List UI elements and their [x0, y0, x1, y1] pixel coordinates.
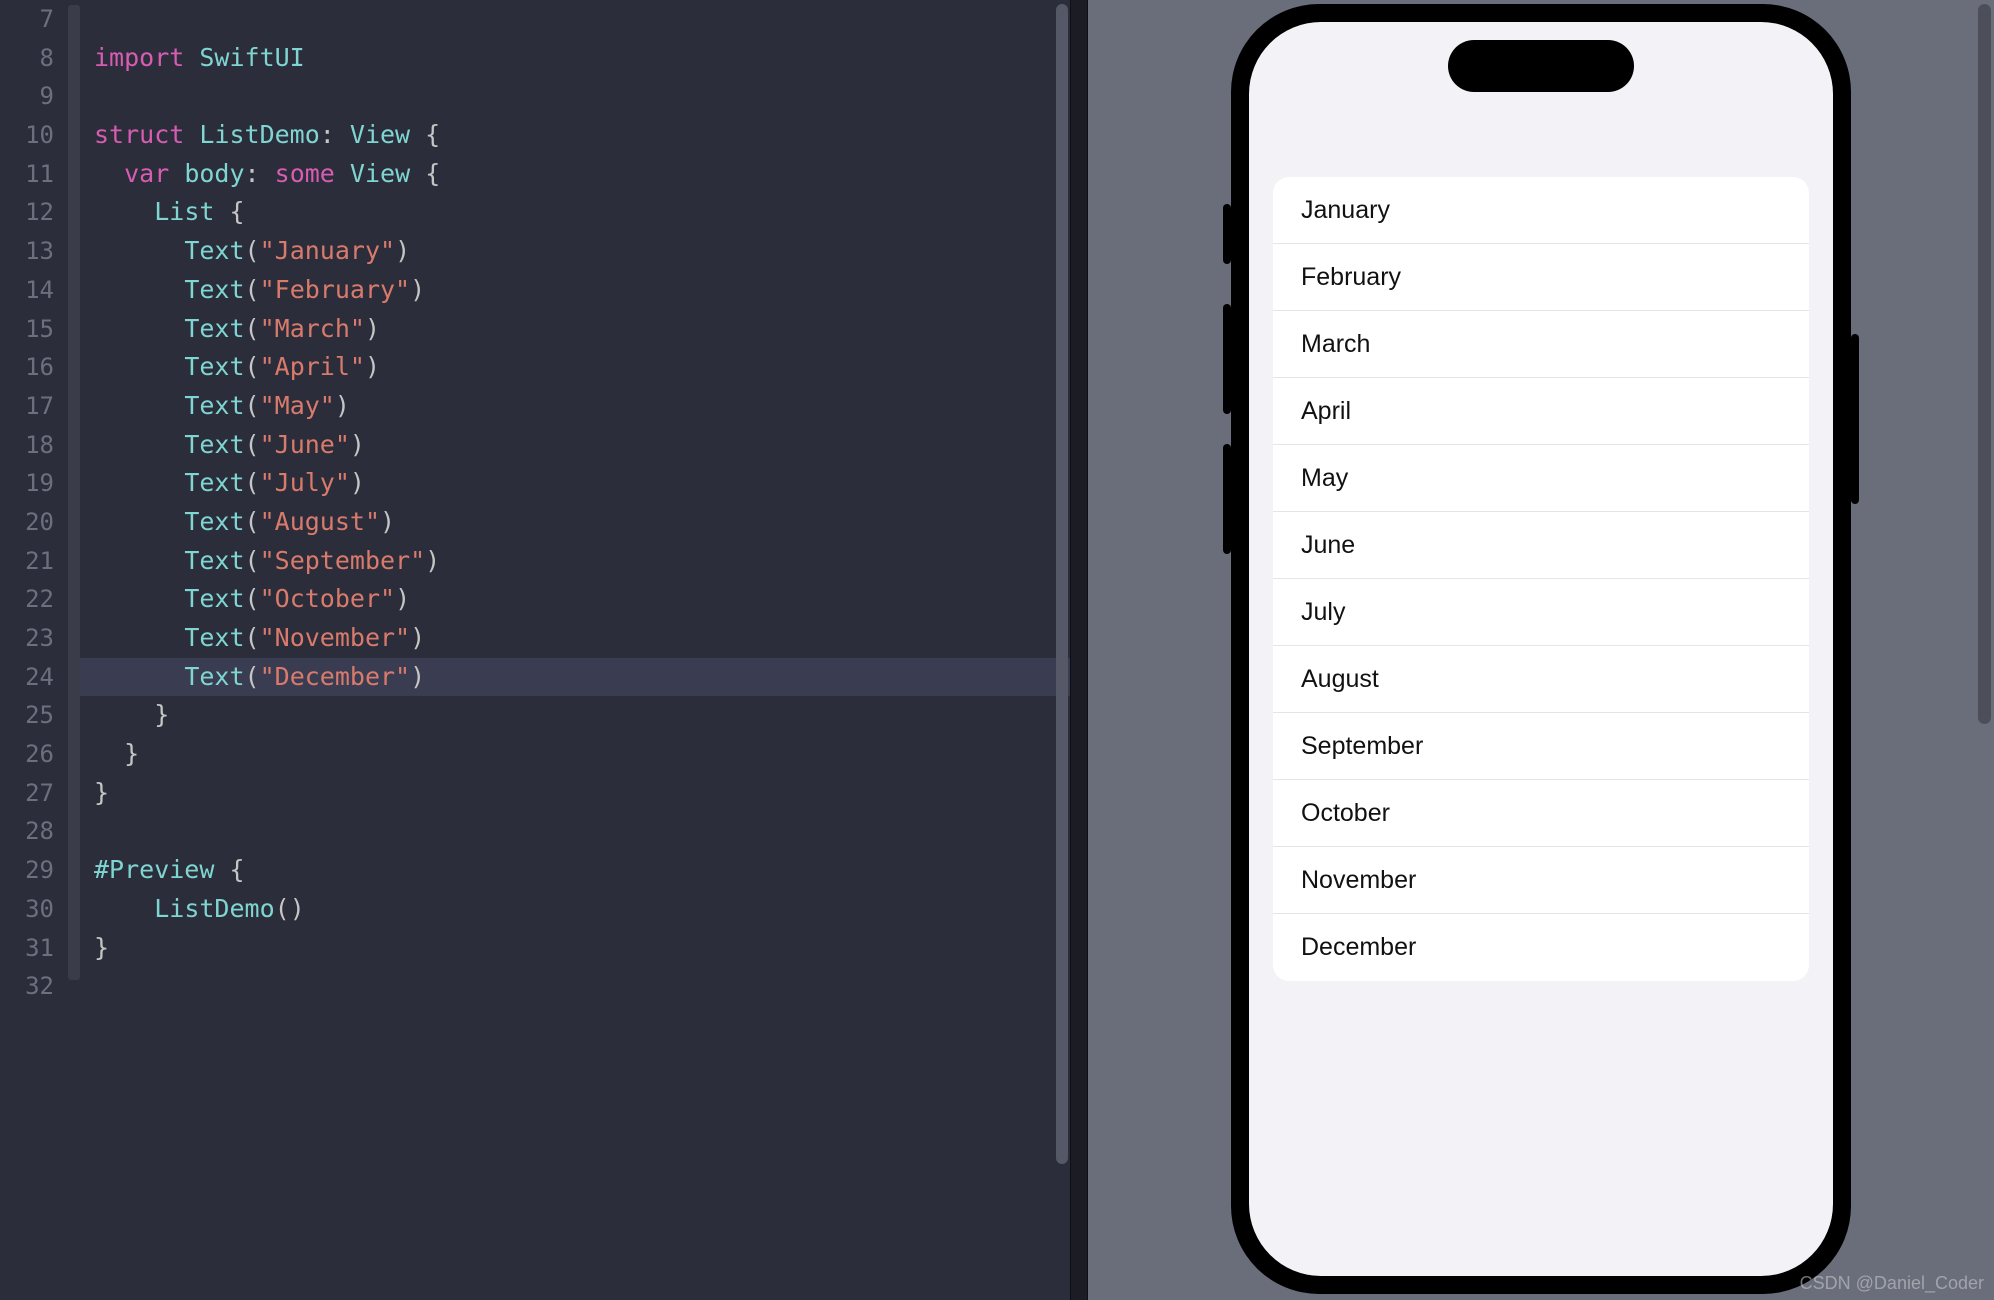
phone-power-button — [1851, 334, 1859, 504]
line-number: 12 — [0, 193, 68, 232]
line-number: 9 — [0, 77, 68, 116]
line-number: 23 — [0, 619, 68, 658]
list-item[interactable]: May — [1273, 445, 1809, 512]
code-line[interactable]: #Preview { — [94, 851, 1070, 890]
code-line[interactable]: Text("September") — [94, 542, 1070, 581]
code-line[interactable]: ListDemo() — [94, 890, 1070, 929]
line-number: 19 — [0, 464, 68, 503]
code-line[interactable]: var body: some View { — [94, 155, 1070, 194]
code-line[interactable]: Text("October") — [94, 580, 1070, 619]
code-line[interactable]: } — [94, 774, 1070, 813]
dynamic-island — [1448, 40, 1634, 92]
code-line[interactable] — [94, 77, 1070, 116]
line-number: 8 — [0, 39, 68, 78]
preview-canvas: JanuaryFebruaryMarchAprilMayJuneJulyAugu… — [1088, 0, 1994, 1300]
list-item[interactable]: June — [1273, 512, 1809, 579]
code-line[interactable]: Text("April") — [94, 348, 1070, 387]
line-number: 32 — [0, 967, 68, 1006]
line-number: 14 — [0, 271, 68, 310]
line-number: 13 — [0, 232, 68, 271]
phone-screen: JanuaryFebruaryMarchAprilMayJuneJulyAugu… — [1249, 22, 1833, 1276]
line-number: 28 — [0, 812, 68, 851]
fold-strip[interactable] — [68, 5, 80, 980]
code-area[interactable]: import SwiftUI struct ListDemo: View { va… — [80, 0, 1070, 1300]
line-number: 17 — [0, 387, 68, 426]
code-line[interactable]: } — [94, 696, 1070, 735]
line-number: 7 — [0, 0, 68, 39]
line-number: 22 — [0, 580, 68, 619]
preview-scrollbar[interactable] — [1978, 4, 1991, 724]
code-line[interactable]: Text("May") — [94, 387, 1070, 426]
list-item[interactable]: April — [1273, 378, 1809, 445]
code-line[interactable]: Text("July") — [94, 464, 1070, 503]
code-line[interactable]: Text("March") — [94, 310, 1070, 349]
code-line[interactable] — [94, 0, 1070, 39]
list-item[interactable]: February — [1273, 244, 1809, 311]
line-number: 27 — [0, 774, 68, 813]
code-line[interactable]: List { — [94, 193, 1070, 232]
code-line[interactable]: Text("December") — [80, 658, 1070, 697]
line-number: 31 — [0, 929, 68, 968]
phone-volume-down — [1223, 444, 1231, 554]
line-number-gutter: 7891011121314151617181920212223242526272… — [0, 0, 68, 1300]
swiftui-list[interactable]: JanuaryFebruaryMarchAprilMayJuneJulyAugu… — [1273, 177, 1809, 981]
phone-volume-up — [1223, 304, 1231, 414]
line-number: 25 — [0, 696, 68, 735]
editor-scrollbar[interactable] — [1056, 4, 1068, 1164]
code-line[interactable] — [94, 967, 1070, 1006]
code-editor-pane: 7891011121314151617181920212223242526272… — [0, 0, 1070, 1300]
line-number: 10 — [0, 116, 68, 155]
list-item[interactable]: August — [1273, 646, 1809, 713]
line-number: 26 — [0, 735, 68, 774]
list-item[interactable]: November — [1273, 847, 1809, 914]
pane-divider[interactable] — [1070, 0, 1088, 1300]
list-item[interactable]: September — [1273, 713, 1809, 780]
line-number: 30 — [0, 890, 68, 929]
line-number: 24 — [0, 658, 68, 697]
line-number: 11 — [0, 155, 68, 194]
line-number: 15 — [0, 310, 68, 349]
code-line[interactable]: } — [94, 735, 1070, 774]
list-item[interactable]: January — [1273, 177, 1809, 244]
list-item[interactable]: December — [1273, 914, 1809, 981]
list-item[interactable]: July — [1273, 579, 1809, 646]
code-line[interactable]: Text("February") — [94, 271, 1070, 310]
line-number: 29 — [0, 851, 68, 890]
code-line[interactable]: Text("August") — [94, 503, 1070, 542]
phone-silent-switch — [1223, 204, 1231, 264]
line-number: 16 — [0, 348, 68, 387]
line-number: 20 — [0, 503, 68, 542]
code-line[interactable]: Text("June") — [94, 426, 1070, 465]
list-item[interactable]: March — [1273, 311, 1809, 378]
code-line[interactable]: Text("November") — [94, 619, 1070, 658]
code-line[interactable]: import SwiftUI — [94, 39, 1070, 78]
code-line[interactable]: struct ListDemo: View { — [94, 116, 1070, 155]
list-item[interactable]: October — [1273, 780, 1809, 847]
code-line[interactable]: } — [94, 929, 1070, 968]
code-line[interactable]: Text("January") — [94, 232, 1070, 271]
watermark: CSDN @Daniel_Coder — [1800, 1273, 1984, 1294]
line-number: 21 — [0, 542, 68, 581]
iphone-frame: JanuaryFebruaryMarchAprilMayJuneJulyAugu… — [1231, 4, 1851, 1294]
line-number: 18 — [0, 426, 68, 465]
code-line[interactable] — [94, 812, 1070, 851]
